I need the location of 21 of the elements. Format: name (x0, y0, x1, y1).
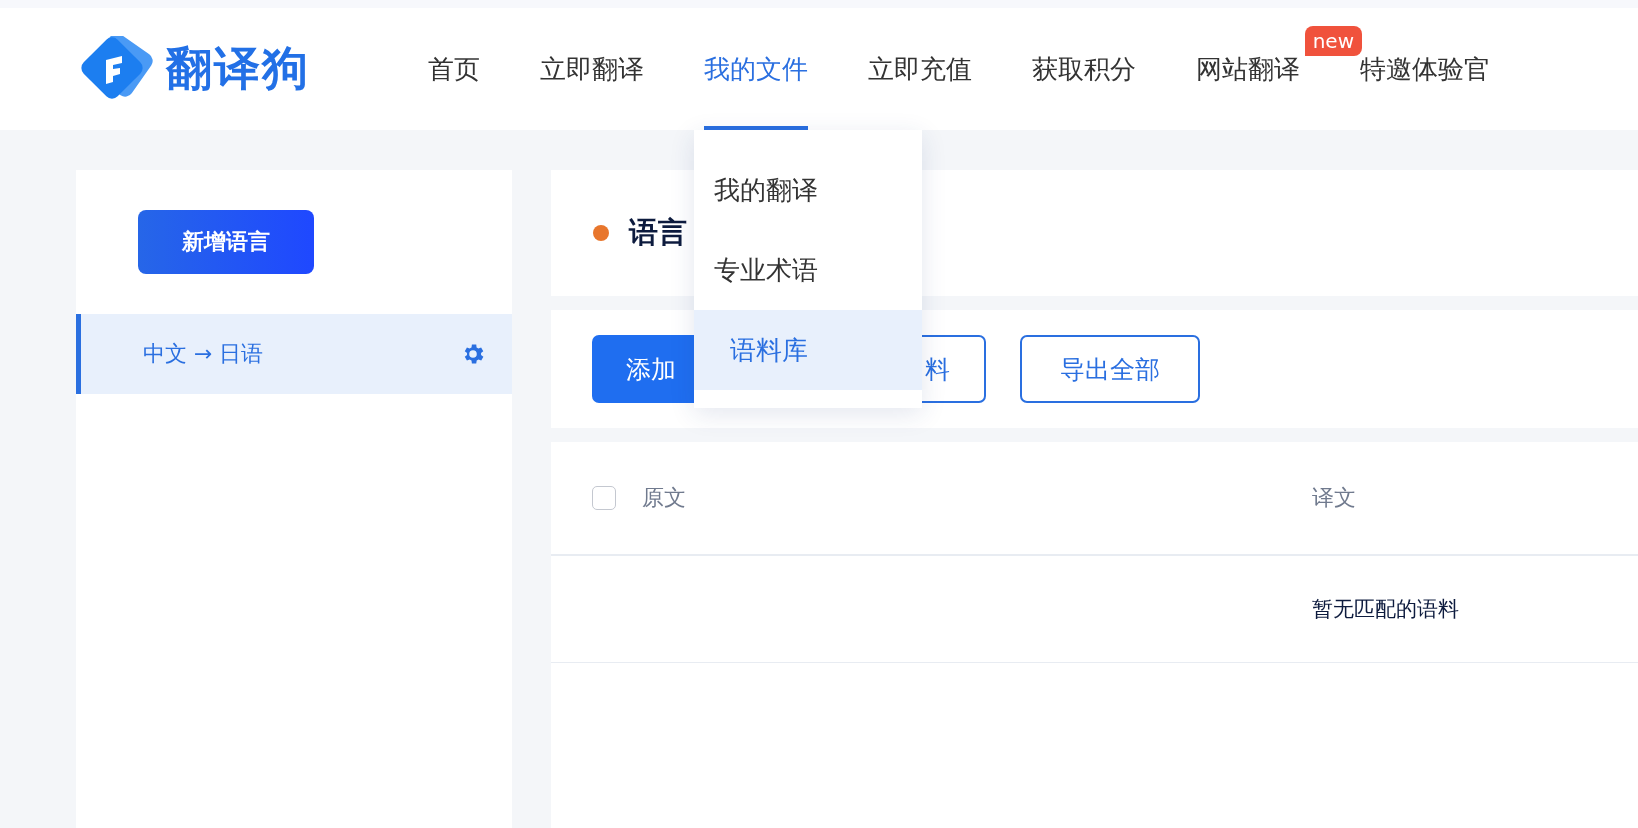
logo-text: 翻译狗 (166, 40, 310, 97)
nav-tab[interactable]: 首页 (428, 8, 480, 130)
page-title: 语言 (629, 214, 687, 251)
menu-item[interactable]: 专业术语 (694, 230, 922, 310)
nav-tab[interactable]: 获取积分 (1032, 8, 1136, 130)
menu-item[interactable]: 语料库 (694, 310, 922, 390)
language-pair-item[interactable]: 中文 → 日语 (76, 314, 512, 394)
select-all-checkbox[interactable] (592, 486, 616, 510)
language-pair-label: 中文 → 日语 (143, 340, 264, 368)
empty-message: 暂无匹配的语料 (1312, 596, 1459, 623)
status-dot (593, 225, 609, 241)
menu-item[interactable]: 我的翻译 (694, 150, 922, 230)
nav-tab[interactable]: 立即翻译 (540, 8, 644, 130)
new-badge: new (1304, 26, 1362, 56)
nav-tab[interactable]: 特邀体验官 (1360, 8, 1490, 130)
action-button[interactable]: 导出全部 (1020, 335, 1200, 403)
add-language-button[interactable]: 新增语言 (138, 210, 314, 274)
column-header: 译文 (1312, 484, 1356, 512)
logo-icon (78, 36, 156, 102)
column-header: 原文 (642, 484, 687, 512)
nav-tab[interactable]: 立即充值 (868, 8, 972, 130)
